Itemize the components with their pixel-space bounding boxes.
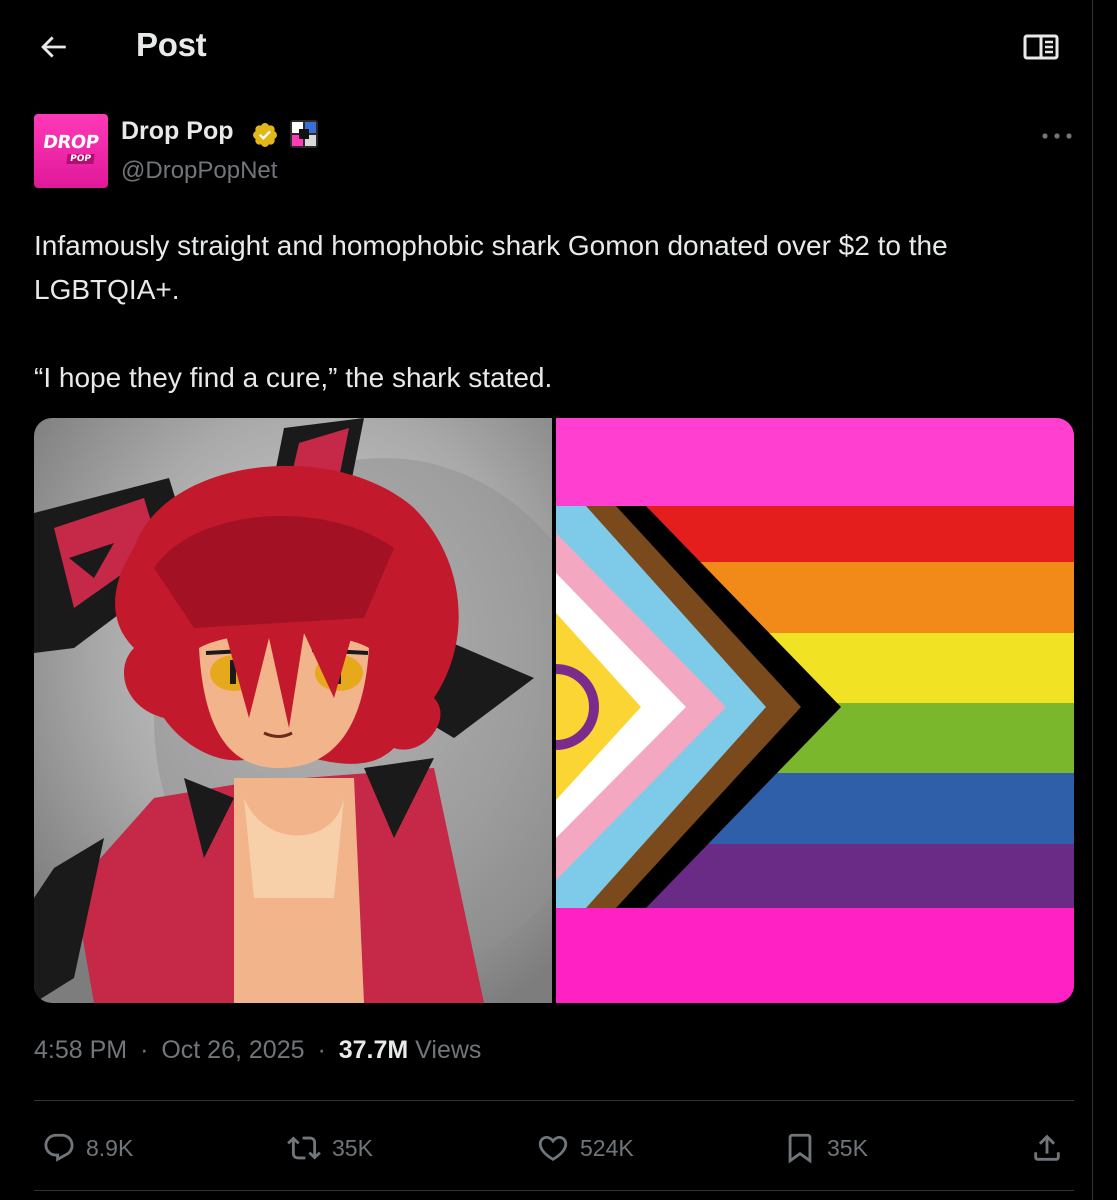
reader-mode-icon[interactable] xyxy=(1022,30,1060,64)
tweet-text-paragraph-2: “I hope they find a cure,” the shark sta… xyxy=(34,362,553,393)
post-frame: Post DROP POP Drop Pop @DropPopNet Infam… xyxy=(0,0,1093,1200)
media-grid xyxy=(34,418,1074,1003)
divider xyxy=(34,1190,1074,1191)
meta-separator: · xyxy=(140,1036,149,1064)
like-count: 524K xyxy=(580,1134,634,1161)
tweet-text-paragraph-1: Infamously straight and homophobic shark… xyxy=(34,230,948,305)
share-icon xyxy=(1030,1131,1064,1165)
action-bar: 8.9K 35K 524K 35K xyxy=(0,1120,1093,1180)
post-time[interactable]: 4:58 PM xyxy=(34,1036,127,1064)
repost-icon xyxy=(286,1131,322,1165)
reply-icon xyxy=(42,1131,76,1165)
heart-icon xyxy=(536,1131,570,1165)
repost-button[interactable]: 35K xyxy=(286,1128,373,1168)
author-display-name[interactable]: Drop Pop xyxy=(121,117,234,146)
header: Post xyxy=(0,0,1093,92)
reply-count: 8.9K xyxy=(86,1134,134,1161)
bookmark-button[interactable]: 35K xyxy=(783,1128,868,1168)
views-count[interactable]: 37.7M xyxy=(339,1036,408,1064)
divider xyxy=(34,1100,1074,1101)
meta-separator: · xyxy=(317,1036,326,1064)
views-label: Views xyxy=(415,1036,482,1064)
media-image-character[interactable] xyxy=(34,418,614,1003)
like-button[interactable]: 524K xyxy=(536,1128,634,1168)
page-title: Post xyxy=(136,26,207,63)
post-date[interactable]: Oct 26, 2025 xyxy=(161,1036,304,1064)
avatar-logo-text: DROP xyxy=(41,132,100,153)
share-button[interactable] xyxy=(1030,1128,1074,1168)
arrow-left-icon[interactable] xyxy=(36,30,70,64)
media-image-pride-flag[interactable] xyxy=(513,418,1074,1003)
avatar-logo-subtext: POP xyxy=(66,154,95,164)
author-handle[interactable]: @DropPopNet xyxy=(121,157,277,185)
affiliate-badge-icon[interactable] xyxy=(290,120,318,148)
post-meta: 4:58 PM · Oct 26, 2025 · 37.7M Views xyxy=(34,1036,481,1065)
repost-count: 35K xyxy=(332,1134,373,1161)
bookmark-icon xyxy=(783,1130,817,1166)
bookmark-count: 35K xyxy=(827,1134,868,1161)
more-options-icon[interactable] xyxy=(1036,126,1078,146)
avatar[interactable]: DROP POP xyxy=(34,114,108,188)
verified-badge-icon[interactable] xyxy=(251,121,279,149)
reply-button[interactable]: 8.9K xyxy=(42,1128,133,1168)
tweet-text: Infamously straight and homophobic shark… xyxy=(34,224,1064,400)
